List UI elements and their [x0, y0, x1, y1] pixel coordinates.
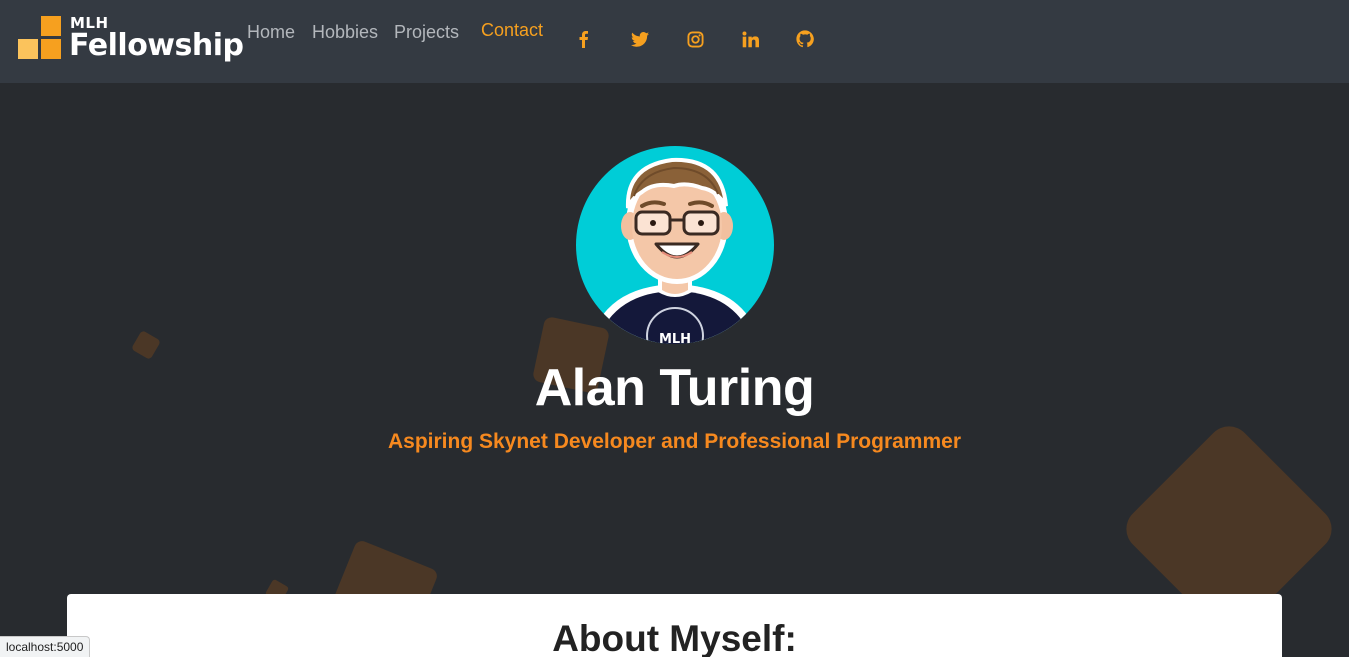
hero-name: Alan Turing: [534, 359, 815, 417]
twitter-icon: [631, 31, 649, 47]
nav-link-contact[interactable]: Contact: [481, 20, 543, 41]
logo-fellowship-text: Fellowship: [69, 28, 244, 63]
nav-link-projects[interactable]: Projects: [394, 22, 459, 43]
logo-squares-icon: [18, 16, 61, 59]
facebook-icon: [579, 31, 588, 48]
facebook-link[interactable]: [572, 28, 594, 50]
nav-link-hobbies[interactable]: Hobbies: [312, 22, 378, 43]
avatar-shirt-text: MLH: [659, 332, 691, 344]
twitter-link[interactable]: [629, 28, 651, 50]
mlh-fellowship-logo[interactable]: MLH Fellowship: [18, 14, 244, 66]
linkedin-icon: [741, 30, 759, 47]
navbar: MLH Fellowship Home Hobbies Projects Con…: [0, 0, 1349, 83]
avatar-illustration: MLH: [596, 157, 754, 344]
decorative-square: [130, 329, 162, 361]
hero-tagline: Aspiring Skynet Developer and Profession…: [387, 430, 961, 453]
instagram-icon: [686, 30, 704, 48]
nav-link-home[interactable]: Home: [247, 22, 295, 43]
profile-avatar: MLH: [576, 146, 774, 344]
github-link[interactable]: [794, 28, 816, 50]
browser-status-bar: localhost:5000: [0, 636, 91, 657]
about-card: About Myself:: [67, 594, 1282, 657]
instagram-link[interactable]: [684, 28, 706, 50]
linkedin-link[interactable]: [739, 28, 761, 50]
github-icon: [796, 30, 814, 48]
about-title: About Myself:: [552, 618, 797, 657]
